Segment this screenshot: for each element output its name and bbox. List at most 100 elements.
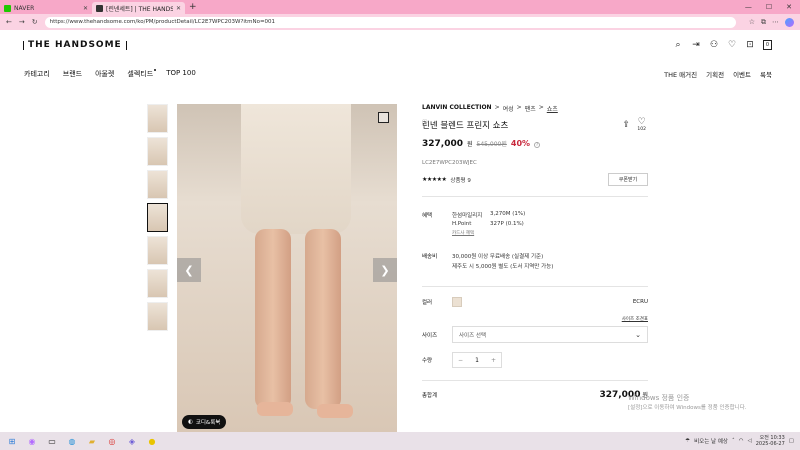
benefit-name: 한섬마일리지	[452, 213, 483, 219]
size-guide-link[interactable]: 사이즈 조견표	[422, 316, 648, 322]
windows-start-icon[interactable]: ⊞	[6, 435, 18, 447]
new-tab-button[interactable]: +	[189, 2, 197, 12]
app-icon[interactable]: ◈	[126, 435, 138, 447]
product-info: LANVIN COLLECTION > 여성 > 팬츠 > 쇼츠 린넨 블렌드 …	[422, 104, 648, 400]
weather-icon[interactable]: ☂	[685, 438, 690, 444]
shipping-label: 배송비	[422, 254, 438, 260]
thumbnail[interactable]	[147, 236, 168, 265]
coupon-button[interactable]: 쿠폰받기	[608, 173, 648, 186]
login-icon[interactable]: ⇥	[691, 40, 701, 50]
thumbnail[interactable]	[147, 302, 168, 331]
reload-icon[interactable]: ↻	[32, 18, 38, 26]
nav-outlet[interactable]: 아울렛	[95, 69, 114, 79]
close-tab-icon[interactable]: ✕	[176, 5, 181, 12]
nav-selected[interactable]: 셀렉티드	[127, 69, 156, 79]
nav-category[interactable]: 카테고리	[24, 69, 50, 79]
shipping-lines: 30,000원 이상 무료배송 (실결제 기준) 제주도 시 5,000원 별도…	[452, 252, 553, 272]
quantity-row: 수량 − 1 +	[422, 352, 648, 368]
plus-button[interactable]: +	[486, 353, 501, 367]
thumbnail[interactable]	[147, 104, 168, 133]
copilot-icon[interactable]	[785, 17, 794, 27]
crumb-sep: >	[538, 104, 544, 111]
benefit-name: H.Point	[452, 221, 472, 227]
wifi-icon[interactable]: ◠	[739, 438, 744, 444]
browser-tabbar: NAVER ✕ [린넨세트] | THE HANDSOME.CO... ✕ + …	[0, 0, 800, 14]
tab-title: [린넨세트] | THE HANDSOME.CO...	[106, 5, 173, 13]
prev-image-button[interactable]: ❮	[177, 258, 201, 282]
price-help-icon[interactable]: ?	[534, 141, 541, 148]
menu-dots-icon[interactable]: ⋯	[772, 18, 779, 27]
color-swatch[interactable]	[452, 297, 462, 307]
like-button[interactable]: ♡ 102	[637, 118, 646, 134]
notification-icon[interactable]: ▢	[789, 438, 794, 444]
task-view-icon[interactable]: ▭	[46, 435, 58, 447]
cart-count[interactable]: 0	[763, 40, 772, 50]
url-field[interactable]: ⓘ https://www.thehandsome.com/ko/PM/prod…	[44, 16, 736, 126]
nav-event[interactable]: 이벤트	[733, 69, 751, 79]
nav-exhibition[interactable]: 기획전	[706, 69, 724, 79]
edge-icon[interactable]: ◍	[66, 435, 78, 447]
thumbnail[interactable]	[147, 137, 168, 166]
bag-icon[interactable]: ⊡	[745, 40, 755, 50]
expand-icon[interactable]	[378, 112, 389, 123]
handsome-favicon-icon	[96, 4, 103, 12]
search-icon[interactable]: ⌕	[673, 40, 683, 50]
brand-link[interactable]: LANVIN COLLECTION	[422, 104, 492, 113]
card-benefit-link[interactable]: 카드사 혜택	[452, 230, 525, 236]
weather-text[interactable]: 비오는 날 예상	[694, 437, 728, 445]
star-bookmark-icon[interactable]: ☆	[749, 18, 755, 27]
copilot-taskbar-icon[interactable]: ◉	[26, 435, 38, 447]
minus-button[interactable]: −	[453, 353, 468, 367]
thumbnail-selected[interactable]	[147, 203, 168, 232]
naver-favicon-icon	[4, 4, 11, 12]
tab-naver[interactable]: NAVER ✕	[0, 2, 92, 14]
crumb-shorts[interactable]: 쇼츠	[547, 104, 558, 113]
site-logo[interactable]: THE HANDSOME	[23, 41, 127, 50]
heart-icon[interactable]: ♡	[727, 40, 737, 50]
back-icon[interactable]: ←	[6, 18, 12, 26]
maximize-icon[interactable]: ☐	[766, 3, 772, 11]
review-link[interactable]: 상품평 9	[450, 176, 470, 184]
minimize-icon[interactable]: —	[745, 3, 752, 11]
forward-icon[interactable]: →	[19, 18, 25, 26]
benefit-grid: 한섬마일리지 3,270M (1%) H.Point 327P (0.1%) 카…	[452, 211, 525, 236]
kakaotalk-icon[interactable]: ●	[146, 435, 158, 447]
crumb-pants[interactable]: 팬츠	[525, 104, 536, 113]
size-select-value: 사이즈 선택	[459, 332, 487, 339]
benefit-label: 혜택	[422, 213, 433, 219]
tab-handsome[interactable]: [린넨세트] | THE HANDSOME.CO... ✕	[92, 2, 185, 14]
close-tab-icon[interactable]: ✕	[83, 5, 88, 12]
watermark-sub: [설정]으로 이동하여 Windows를 정품 인증합니다.	[628, 405, 747, 411]
color-name: ECRU	[632, 299, 648, 305]
close-window-icon[interactable]: ✕	[786, 3, 792, 11]
shoe-shape	[317, 404, 353, 418]
size-select[interactable]: 사이즈 선택 ⌄	[452, 326, 648, 343]
chrome-icon[interactable]: ◎	[106, 435, 118, 447]
next-image-button[interactable]: ❯	[373, 258, 397, 282]
file-explorer-icon[interactable]: ▰	[86, 435, 98, 447]
nav-brand[interactable]: 브랜드	[63, 69, 82, 79]
main-nav: 카테고리 브랜드 아울렛 셀렉티드 TOP 100	[24, 69, 196, 79]
rating-stars: ★★★★★	[422, 176, 447, 183]
thumbnail-list	[147, 104, 168, 331]
thumbnail[interactable]	[147, 170, 168, 199]
volume-icon[interactable]: ◁	[748, 438, 752, 444]
nav-magazine[interactable]: THE 매거진	[664, 69, 697, 79]
browser-extensions: ☆ ⧉ ⋯	[749, 17, 800, 27]
thumbnail[interactable]	[147, 269, 168, 298]
address-bar-row: ← → ↻ ⓘ https://www.thehandsome.com/ko/P…	[0, 14, 800, 126]
share-icon[interactable]: ⇪	[622, 120, 630, 130]
total-label: 총합계	[422, 393, 438, 399]
puzzle-extension-icon[interactable]: ⧉	[761, 18, 766, 27]
clock[interactable]: 오전 10:33 2025-06-27	[756, 435, 785, 447]
nav-top100[interactable]: TOP 100	[166, 69, 196, 79]
coordi-button[interactable]: ◐ 코디&룩북	[182, 415, 227, 429]
total-row: 총합계 327,000 원	[422, 390, 648, 400]
tab-title: NAVER	[14, 4, 35, 12]
crumb-women[interactable]: 여성	[503, 104, 514, 113]
tray-chevron-icon[interactable]: ˄	[732, 438, 735, 444]
nav-lookbook[interactable]: 룩북	[760, 69, 772, 79]
size-label: 사이즈	[422, 332, 438, 339]
user-icon[interactable]: ⚇	[709, 40, 719, 50]
quantity-value[interactable]: 1	[468, 353, 486, 367]
